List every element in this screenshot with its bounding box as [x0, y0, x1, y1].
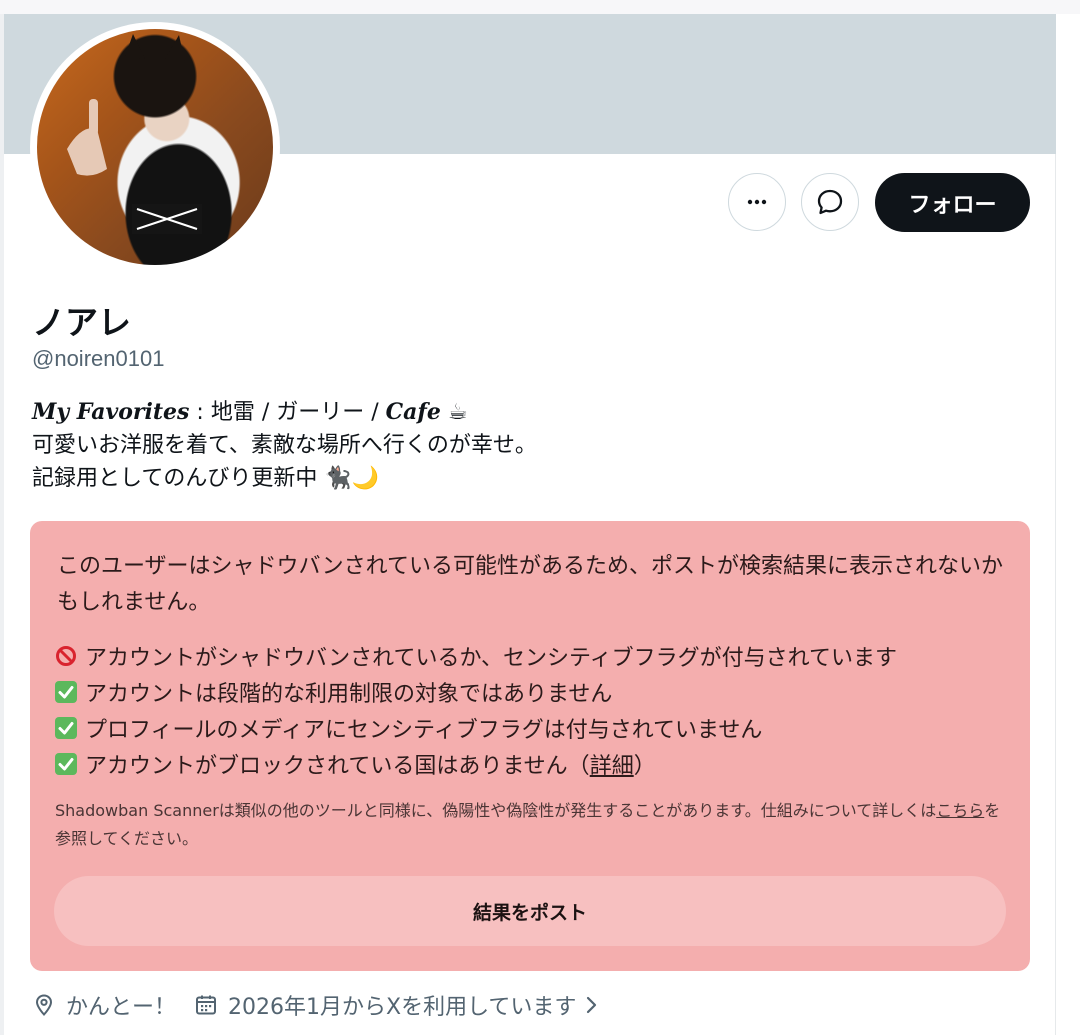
disclaimer-text: Shadowban Scannerは類似の他のツールと同様に、偽陽性や偽陰性が発… — [55, 801, 937, 820]
bio-line-1: My Favorites : 地雷 / ガーリー / Cafe ☕ — [32, 396, 1012, 429]
check-text-end: ） — [633, 754, 656, 779]
more-options-button[interactable] — [728, 173, 786, 231]
check-row-restriction: アカウントは段階的な利用制限の対象ではありません — [55, 674, 1015, 710]
display-name: ノアレ — [32, 303, 131, 342]
user-handle: @noiren0101 — [32, 346, 165, 371]
avatar-photo — [67, 34, 202, 234]
check-text: アカウントは段階的な利用制限の対象ではありません — [85, 682, 613, 707]
scanner-disclaimer: Shadowban Scannerは類似の他のツールと同様に、偽陽性や偽陰性が発… — [55, 797, 1010, 853]
check-text: プロフィールのメディアにセンシティブフラグは付与されていません — [85, 718, 763, 743]
bio-line-2: 可愛いお洋服を着て、素敵な場所へ行くのが幸せ。 — [32, 433, 537, 458]
location-item: かんとー！ — [32, 989, 176, 1021]
chevron-right-icon — [587, 996, 597, 1014]
bio-line-3: 記録用としてのんびり更新中 🐈‍⬛🌙 — [32, 462, 1012, 495]
bio-favorites-list: : 地雷 / ガーリー / — [189, 400, 386, 425]
joined-text: 2026年1月からXを利用しています — [228, 995, 577, 1020]
check-mark-icon — [55, 717, 77, 739]
coffee-emoji-icon: ☕ — [447, 400, 468, 425]
right-gutter — [1057, 14, 1080, 1035]
bio-line-3-text: 記録用としてのんびり更新中 — [32, 466, 318, 491]
profile-bio: My Favorites : 地雷 / ガーリー / Cafe ☕ 可愛いお洋服… — [32, 396, 1012, 495]
check-row-country-block: アカウントがブロックされている国はありません（ 詳細） — [55, 746, 1015, 782]
check-text: アカウントがシャドウバンされているか、センシティブフラグが付与されています — [85, 646, 898, 671]
message-button[interactable] — [801, 173, 859, 231]
scanner-checks: アカウントがシャドウバンされているか、センシティブフラグが付与されています アカ… — [55, 638, 1015, 782]
avatar[interactable] — [37, 29, 273, 265]
check-mark-icon — [55, 753, 77, 775]
chat-bubble-icon — [817, 189, 843, 215]
location-pin-icon — [35, 994, 53, 1016]
post-result-button[interactable]: 結果をポスト — [54, 876, 1006, 946]
profile-meta: かんとー！ 2026年1月からXを利用しています — [32, 986, 628, 1024]
check-mark-icon — [55, 681, 77, 703]
learn-more-link[interactable]: こちら — [936, 801, 984, 820]
bio-cafe-label: Cafe — [385, 399, 441, 425]
calendar-icon — [196, 995, 217, 1015]
check-text: アカウントがブロックされている国はありません（ — [85, 754, 590, 779]
shadowban-scanner-panel: このユーザーはシャドウバンされている可能性があるため、ポストが検索結果に表示され… — [30, 521, 1030, 971]
joined-item[interactable]: 2026年1月からXを利用しています — [194, 989, 610, 1021]
check-row-shadowban: アカウントがシャドウバンされているか、センシティブフラグが付与されています — [55, 638, 1015, 674]
location-text: かんとー！ — [66, 995, 177, 1020]
browser-top-strip — [0, 0, 1080, 14]
follow-button[interactable]: フォロー — [875, 173, 1030, 232]
bio-favorites-label: My Favorites — [32, 399, 190, 425]
prohibited-icon — [55, 645, 77, 667]
details-link[interactable]: 詳細 — [590, 748, 634, 780]
check-row-media-flag: プロフィールのメディアにセンシティブフラグは付与されていません — [55, 710, 1015, 746]
more-dots-icon — [747, 199, 767, 205]
scanner-intro: このユーザーはシャドウバンされている可能性があるため、ポストが検索結果に表示され… — [57, 554, 1004, 615]
cat-moon-emoji-icon: 🐈‍⬛🌙 — [324, 466, 380, 491]
